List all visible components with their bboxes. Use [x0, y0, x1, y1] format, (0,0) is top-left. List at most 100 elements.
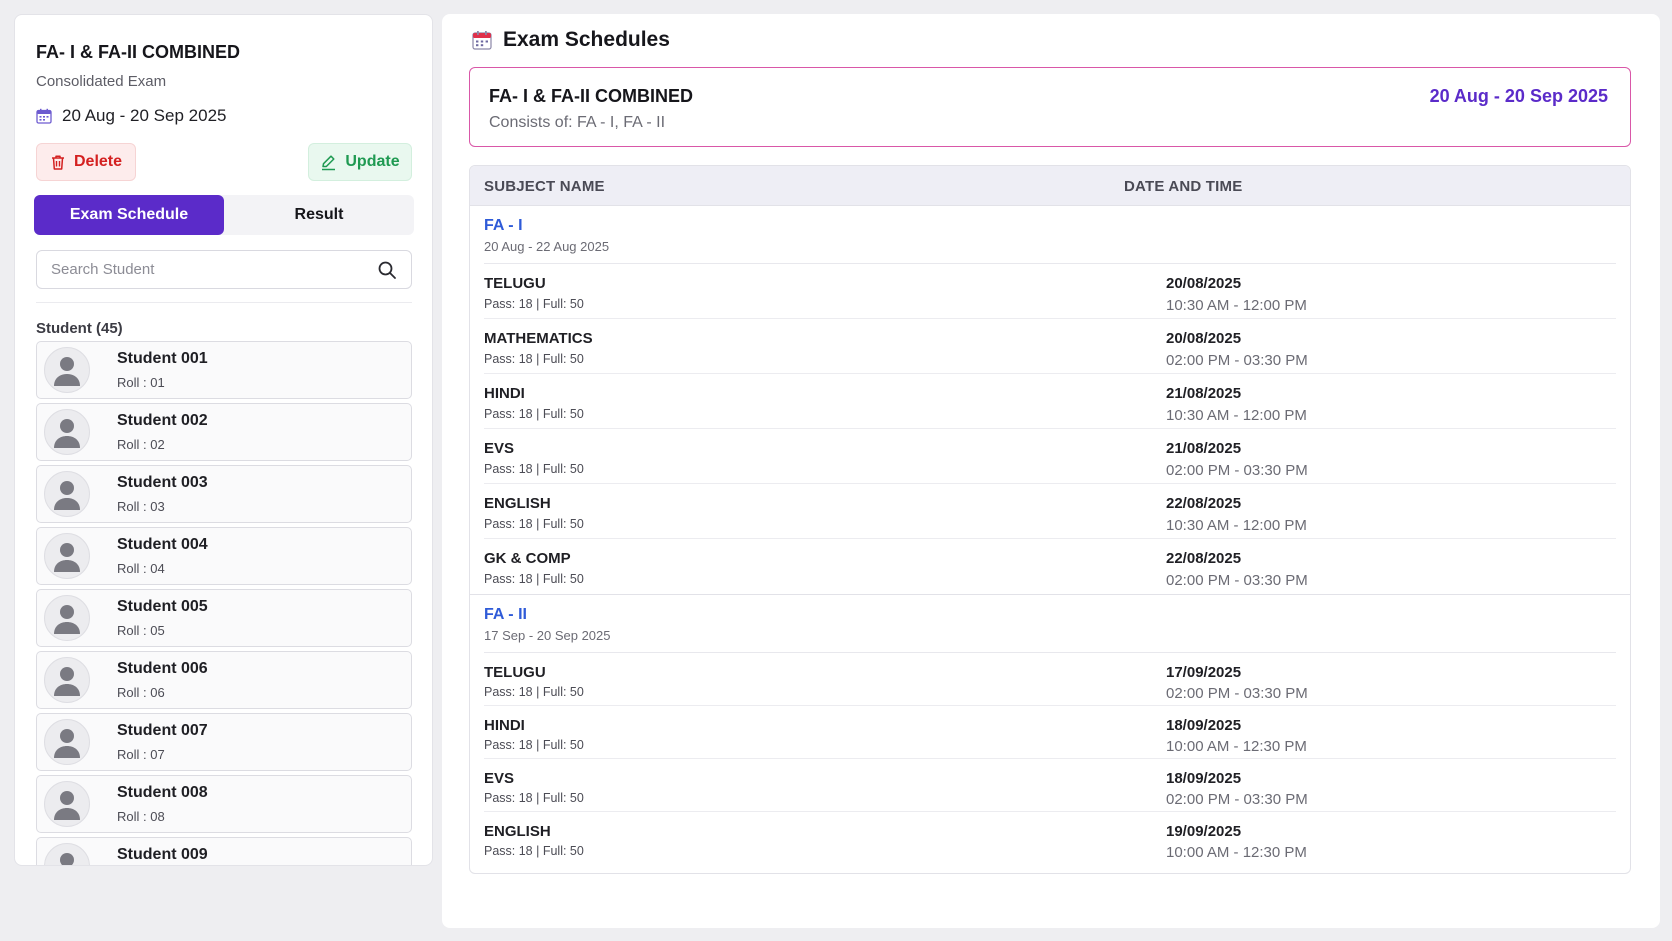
student-name: Student 001 — [117, 350, 208, 367]
exam-time: 02:00 PM - 03:30 PM — [1166, 685, 1308, 702]
exam-date: 18/09/2025 — [1166, 770, 1242, 787]
column-subject-name: SUBJECT NAME — [484, 178, 605, 195]
exam-group: FA - I 20 Aug - 22 Aug 2025 TELUGU Pass: 18… — [470, 206, 1630, 594]
student-name: Student 005 — [117, 598, 208, 615]
student-roll: Roll : 02 — [117, 437, 165, 452]
user-avatar-icon — [44, 719, 90, 765]
student-info: Student 007 Roll : 07 — [117, 722, 208, 762]
table-row: EVS Pass: 18 | Full: 50 18/09/2025 02:00 PM… — [484, 759, 1616, 812]
subject-name: GK & COMP — [484, 550, 571, 567]
search-input[interactable] — [51, 261, 377, 278]
user-avatar-icon — [44, 843, 90, 865]
group-date-range: 17 Sep - 20 Sep 2025 — [484, 628, 611, 643]
student-name: Student 008 — [117, 784, 208, 801]
table-header: SUBJECT NAME DATE AND TIME — [470, 166, 1630, 206]
table-row: ENGLISH Pass: 18 | Full: 50 22/08/2025 10:3… — [484, 484, 1616, 539]
subject-marks: Pass: 18 | Full: 50 — [484, 462, 584, 476]
exam-time: 02:00 PM - 03:30 PM — [1166, 352, 1308, 369]
subject-name: HINDI — [484, 717, 525, 734]
subject-marks: Pass: 18 | Full: 50 — [484, 791, 584, 805]
delete-button-label: Delete — [73, 153, 123, 170]
student-roll: Roll : 07 — [117, 747, 165, 762]
student-roll: Roll : 01 — [117, 375, 165, 390]
subject-name: TELUGU — [484, 664, 546, 681]
exam-date-range: 20 Aug - 20 Sep 2025 — [36, 106, 226, 126]
group-name-link[interactable]: FA - II — [484, 606, 527, 624]
tab-exam-schedule[interactable]: Exam Schedule — [34, 195, 224, 235]
pencil-icon — [322, 154, 336, 170]
student-name: Student 006 — [117, 660, 208, 677]
user-avatar-icon — [44, 781, 90, 827]
student-card[interactable]: Student 004 Roll : 04 — [36, 527, 412, 585]
group-name-link[interactable]: FA - I — [484, 217, 523, 235]
card-exam-name: FA- I & FA-II COMBINED — [489, 86, 693, 106]
student-name: Student 007 — [117, 722, 208, 739]
exam-date: 17/09/2025 — [1166, 664, 1242, 681]
exam-time: 10:30 AM - 12:00 PM — [1166, 297, 1307, 314]
group-date-range: 20 Aug - 22 Aug 2025 — [484, 239, 610, 254]
exam-time: 10:00 AM - 12:30 PM — [1166, 738, 1307, 755]
student-roll: Roll : 04 — [117, 561, 165, 576]
student-card[interactable]: Student 003 Roll : 03 — [36, 465, 412, 523]
exam-schedules-panel: Exam Schedules FA- I & FA-II COMBINED Co… — [442, 14, 1660, 928]
student-info: Student 002 Roll : 02 — [117, 412, 208, 452]
divider — [36, 302, 412, 303]
exam-time: 02:00 PM - 03:30 PM — [1166, 791, 1308, 808]
student-info: Student 009Roll : 09 — [117, 846, 208, 865]
subject-name: TELUGU — [484, 275, 546, 292]
subject-marks: Pass: 18 | Full: 50 — [484, 738, 584, 752]
exam-time: 02:00 PM - 03:30 PM — [1166, 462, 1308, 479]
exam-date: 20/08/2025 — [1166, 275, 1242, 292]
exam-time: 10:00 AM - 12:30 PM — [1166, 844, 1307, 861]
student-info: Student 005 Roll : 05 — [117, 598, 208, 638]
search-icon[interactable] — [377, 260, 397, 280]
exam-type: Consolidated Exam — [36, 73, 167, 90]
card-consists-of: Consists of: FA - I, FA - II — [489, 114, 666, 131]
subject-name: ENGLISH — [484, 823, 551, 840]
student-name: Student 009 — [117, 846, 208, 863]
combined-exam-card: FA- I & FA-II COMBINED Consists of: FA -… — [469, 67, 1631, 147]
student-card[interactable]: Student 002 Roll : 02 — [36, 403, 412, 461]
student-info: Student 004 Roll : 04 — [117, 536, 208, 576]
student-roll: Roll : 08 — [117, 809, 165, 824]
student-card[interactable]: Student 006 Roll : 06 — [36, 651, 412, 709]
column-date-and-time: DATE AND TIME — [1124, 178, 1243, 195]
table-row: MATHEMATICS Pass: 18 | Full: 50 20/08/2025… — [484, 319, 1616, 374]
group-header: FA - I 20 Aug - 22 Aug 2025 — [484, 206, 1616, 264]
student-card[interactable]: Student 005 Roll : 05 — [36, 589, 412, 647]
exam-date: 20/08/2025 — [1166, 330, 1242, 347]
exam-detail-panel: FA- I & FA-II COMBINED Consolidated Exam… — [14, 14, 433, 866]
student-card[interactable]: Student 001 Roll : 01 — [36, 341, 412, 399]
student-list[interactable]: Student 001 Roll : 01 Student 002 Roll : 02… — [36, 341, 412, 865]
calendar-icon — [36, 108, 52, 124]
user-avatar-icon — [44, 347, 90, 393]
student-roll: Roll : 06 — [117, 685, 165, 700]
exam-date: 18/09/2025 — [1166, 717, 1242, 734]
exam-date: 19/09/2025 — [1166, 823, 1242, 840]
table-row: HINDI Pass: 18 | Full: 50 21/08/2025 10:30 … — [484, 374, 1616, 429]
student-roll: Roll : 03 — [117, 499, 165, 514]
user-avatar-icon — [44, 471, 90, 517]
calendar-icon — [472, 31, 492, 50]
update-button[interactable]: Update — [308, 143, 412, 181]
subject-marks: Pass: 18 | Full: 50 — [484, 517, 584, 531]
subject-name: MATHEMATICS — [484, 330, 593, 347]
subject-marks: Pass: 18 | Full: 50 — [484, 352, 584, 366]
student-card[interactable]: Student 009Roll : 09 — [36, 837, 412, 865]
table-row: ENGLISH Pass: 18 | Full: 50 19/09/2025 10:0… — [484, 812, 1616, 865]
student-card[interactable]: Student 008 Roll : 08 — [36, 775, 412, 833]
detail-tabs: Exam Schedule Result — [34, 195, 414, 235]
exam-date: 22/08/2025 — [1166, 550, 1242, 567]
table-body: FA - I 20 Aug - 22 Aug 2025 TELUGU Pass: 18… — [470, 206, 1630, 865]
student-info: Student 001 Roll : 01 — [117, 350, 208, 390]
exam-date: 21/08/2025 — [1166, 440, 1242, 457]
schedule-table: SUBJECT NAME DATE AND TIME FA - I 20 Aug … — [469, 165, 1631, 874]
user-avatar-icon — [44, 533, 90, 579]
delete-button[interactable]: Delete — [36, 143, 136, 181]
subject-name: EVS — [484, 440, 515, 457]
subject-marks: Pass: 18 | Full: 50 — [484, 844, 584, 858]
student-card[interactable]: Student 007 Roll : 07 — [36, 713, 412, 771]
table-row: TELUGU Pass: 18 | Full: 50 17/09/2025 02:00… — [484, 653, 1616, 706]
user-avatar-icon — [44, 595, 90, 641]
tab-result[interactable]: Result — [224, 195, 414, 235]
